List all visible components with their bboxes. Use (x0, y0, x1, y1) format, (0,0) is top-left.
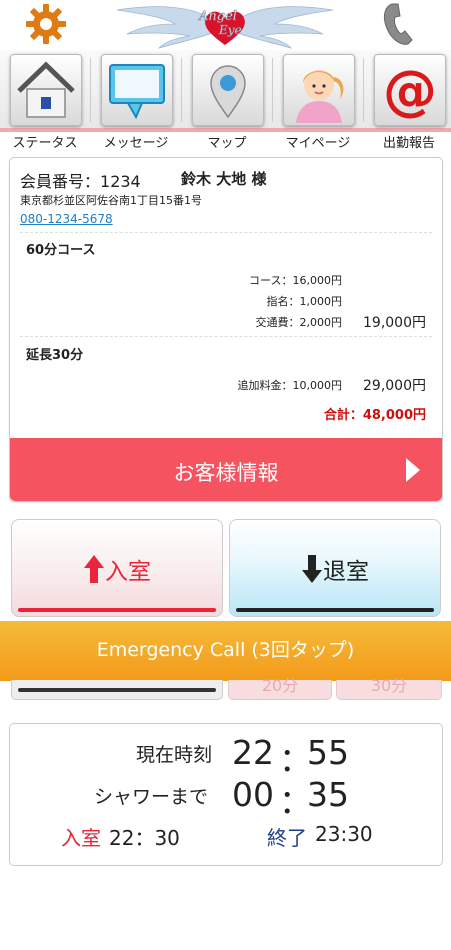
svg-text:@: @ (383, 59, 437, 122)
shower-hour: 00 (232, 775, 274, 814)
shower-label: シャワーまで (94, 786, 209, 808)
nav-item-mypage[interactable]: マイページ (279, 52, 357, 151)
member-label: 会員番号： (20, 172, 101, 191)
speech-bubble-icon (101, 54, 173, 126)
customer-name: 鈴木 大地 様 (181, 170, 267, 188)
nav-separator (181, 58, 182, 122)
nav-item-attendance[interactable]: @ 出勤報告 (370, 52, 448, 151)
current-time-minute: 55 (307, 733, 349, 772)
extend-30-label: 30分 (370, 676, 408, 695)
extension-subtotal: 29,000円 (363, 378, 426, 394)
divider (20, 336, 432, 337)
enter-room-content: 入室 (12, 552, 222, 586)
gear-icon[interactable] (24, 2, 68, 46)
current-time-hour: 22 (232, 733, 274, 772)
enter-underline (18, 608, 216, 612)
end-time-value: 23:30 (315, 822, 373, 846)
current-time-label: 現在時刻 (136, 744, 213, 766)
extend-30-button[interactable]: 30分 (336, 676, 442, 700)
home-icon (10, 54, 82, 126)
course-line: 指名：1,000円 (266, 295, 343, 308)
hidden-button-underline (18, 688, 216, 692)
exit-room-button[interactable]: 退室 (229, 519, 441, 617)
divider (20, 232, 432, 233)
nav-label: 出勤報告 (382, 136, 435, 151)
end-time-label: 終了 (267, 826, 307, 850)
nav-separator (363, 58, 364, 122)
arrow-up-icon (84, 555, 104, 583)
member-number-value: 1234 (100, 172, 141, 191)
nav-separator (90, 58, 91, 122)
customer-phone-link[interactable]: 080-1234-5678 (20, 212, 113, 226)
map-pin-icon (192, 54, 264, 126)
member-number: 会員番号：1234 (20, 168, 141, 192)
course-subtotal: 19,000円 (363, 315, 426, 331)
enter-time-value: 22：30 (109, 826, 180, 850)
extend-20-button[interactable]: 20分 (228, 676, 332, 700)
course-line: コース：16,000円 (249, 274, 342, 287)
nav-separator (272, 58, 273, 122)
app-logo: Angel Eye (115, 0, 335, 50)
svg-text:Angel: Angel (198, 9, 237, 24)
customer-info-label: お客様情報 (173, 461, 279, 485)
time-card: 現在時刻 22 ： 55 シャワーまで 00 ： 35 入室 22：30 終了 … (9, 723, 443, 866)
extension-line: 追加料金：10,000円 (237, 379, 343, 392)
phone-icon[interactable] (378, 0, 422, 48)
enter-time-label: 入室 (61, 826, 101, 850)
course-title: 60分コース (26, 243, 96, 258)
total-amount: 合計：48,000円 (323, 408, 426, 423)
chevron-right-icon (406, 458, 420, 482)
exit-underline (236, 608, 434, 612)
exit-room-content: 退室 (230, 552, 440, 586)
nav-item-message[interactable]: メッセージ (97, 52, 175, 151)
enter-room-label: 入室 (105, 559, 151, 585)
exit-room-label: 退室 (323, 559, 369, 585)
girl-avatar-icon (283, 54, 355, 126)
hidden-button[interactable] (11, 680, 223, 700)
nav-item-status[interactable]: ステータス (6, 52, 84, 151)
extend-20-label: 20分 (261, 676, 299, 695)
extension-title: 延長30分 (26, 348, 84, 363)
course-line: 交通費：2,000円 (255, 316, 343, 329)
svg-text:Eye: Eye (218, 23, 242, 37)
customer-address: 東京都杉並区阿佐谷南1丁目15番1号 (20, 194, 202, 207)
customer-card: 会員番号：1234 鈴木 大地 様 東京都杉並区阿佐谷南1丁目15番1号 080… (9, 157, 443, 502)
shower-minute: 35 (307, 775, 349, 814)
at-sign-icon: @ (374, 54, 446, 126)
nav-item-map[interactable]: マップ (188, 52, 266, 151)
arrow-down-icon (302, 555, 322, 583)
enter-room-button[interactable]: 入室 (11, 519, 223, 617)
top-bar: Angel Eye (0, 0, 451, 50)
customer-info-button[interactable]: お客様情報 (10, 438, 442, 501)
